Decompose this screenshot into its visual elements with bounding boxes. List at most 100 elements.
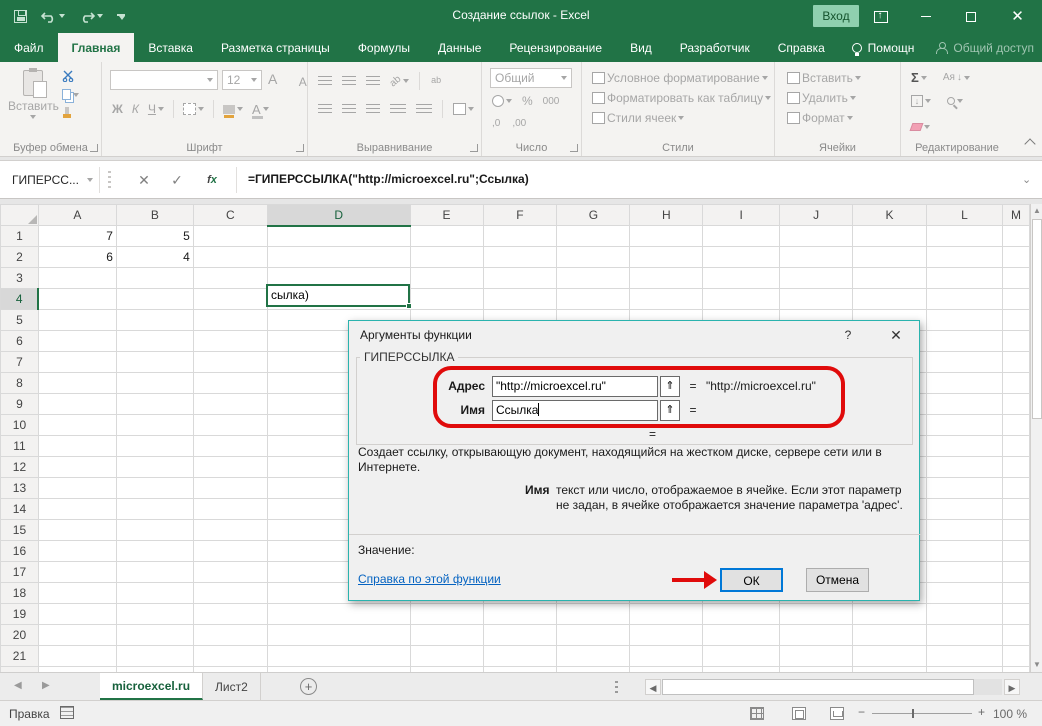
signin-button[interactable]: Вход: [813, 5, 859, 27]
cell-B21[interactable]: [116, 646, 193, 667]
vertical-scrollbar[interactable]: ▲ ▼: [1030, 204, 1042, 672]
cut-button[interactable]: [62, 70, 79, 82]
cell-B14[interactable]: [116, 499, 193, 520]
cell-B17[interactable]: [116, 562, 193, 583]
find-select-button[interactable]: [947, 95, 963, 107]
column-header-M[interactable]: M: [1002, 205, 1029, 226]
cell-C19[interactable]: [193, 604, 267, 625]
column-header-F[interactable]: F: [483, 205, 557, 226]
cell-F3[interactable]: [483, 268, 557, 289]
maximize-button[interactable]: [948, 0, 993, 33]
cell-K1[interactable]: [853, 226, 927, 247]
cell-F4[interactable]: [483, 289, 557, 310]
cell-F21[interactable]: [483, 646, 557, 667]
normal-view-icon[interactable]: [750, 707, 764, 720]
cell-M6[interactable]: [1002, 331, 1029, 352]
cell-G3[interactable]: [557, 268, 630, 289]
cell-B6[interactable]: [116, 331, 193, 352]
paste-button[interactable]: Вставить: [8, 70, 59, 119]
cell-I21[interactable]: [703, 646, 780, 667]
number-dialog-launcher[interactable]: [570, 144, 578, 152]
cell-C4[interactable]: [193, 289, 267, 310]
cell-M16[interactable]: [1002, 541, 1029, 562]
cell-A10[interactable]: [38, 415, 116, 436]
row-header-9[interactable]: 9: [1, 394, 39, 415]
column-header-H[interactable]: H: [630, 205, 703, 226]
align-bottom-icon[interactable]: [366, 76, 380, 86]
cell-C20[interactable]: [193, 625, 267, 646]
cancel-entry-button[interactable]: ✕: [130, 167, 158, 193]
percent-style-button[interactable]: %: [522, 94, 533, 108]
cell-M3[interactable]: [1002, 268, 1029, 289]
cell-I20[interactable]: [703, 625, 780, 646]
row-header-10[interactable]: 10: [1, 415, 39, 436]
cell-L11[interactable]: [927, 436, 1003, 457]
cell-B2[interactable]: 4: [116, 247, 193, 268]
cell-M8[interactable]: [1002, 373, 1029, 394]
sort-filter-button[interactable]: Ая↓: [943, 70, 970, 85]
horizontal-scrollbar[interactable]: [662, 679, 1002, 695]
row-header-11[interactable]: 11: [1, 436, 39, 457]
cell-L10[interactable]: [927, 415, 1003, 436]
decrease-decimal-button[interactable]: ,00: [512, 118, 526, 129]
formula-input[interactable]: =ГИПЕРССЫЛКА("http://microexcel.ru";Ссыл…: [248, 172, 1008, 186]
cell-M10[interactable]: [1002, 415, 1029, 436]
cell-E19[interactable]: [410, 604, 483, 625]
column-header-K[interactable]: K: [853, 205, 927, 226]
clipboard-dialog-launcher[interactable]: [90, 144, 98, 152]
cell-C12[interactable]: [193, 457, 267, 478]
ribbon-tab-формулы[interactable]: Формулы: [344, 33, 424, 62]
number-format-select[interactable]: Общий: [490, 68, 572, 88]
grow-font-button[interactable]: А: [268, 71, 277, 87]
editing-cell-D4[interactable]: сылка): [266, 284, 410, 307]
cell-G4[interactable]: [557, 289, 630, 310]
enter-entry-button[interactable]: ✓: [163, 167, 191, 193]
column-header-B[interactable]: B: [116, 205, 193, 226]
cell-B15[interactable]: [116, 520, 193, 541]
ribbon-tab-разметка-страницы[interactable]: Разметка страницы: [207, 33, 344, 62]
row-header-15[interactable]: 15: [1, 520, 39, 541]
ribbon-tab-справка[interactable]: Справка: [764, 33, 839, 62]
ok-button[interactable]: ОК: [720, 568, 783, 592]
cell-C7[interactable]: [193, 352, 267, 373]
cell-K21[interactable]: [853, 646, 927, 667]
cell-L13[interactable]: [927, 478, 1003, 499]
cell-K20[interactable]: [853, 625, 927, 646]
cell-I19[interactable]: [703, 604, 780, 625]
shrink-font-button[interactable]: А: [299, 75, 307, 89]
alignment-dialog-launcher[interactable]: [470, 144, 478, 152]
cell-F2[interactable]: [483, 247, 557, 268]
cell-A7[interactable]: [38, 352, 116, 373]
address-collapse-dialog-button[interactable]: ⇑: [660, 376, 680, 397]
cell-C15[interactable]: [193, 520, 267, 541]
cell-M9[interactable]: [1002, 394, 1029, 415]
share-button[interactable]: Общий доступ: [953, 41, 1034, 55]
cell-J21[interactable]: [780, 646, 853, 667]
cell-M12[interactable]: [1002, 457, 1029, 478]
name-field-input[interactable]: Ссылка: [492, 400, 658, 421]
row-header-8[interactable]: 8: [1, 373, 39, 394]
cell-C6[interactable]: [193, 331, 267, 352]
cell-M15[interactable]: [1002, 520, 1029, 541]
tab-splitter-handle[interactable]: [615, 681, 618, 694]
cell-L4[interactable]: [927, 289, 1003, 310]
cell-L5[interactable]: [927, 310, 1003, 331]
row-header-13[interactable]: 13: [1, 478, 39, 499]
cell-A20[interactable]: [38, 625, 116, 646]
horizontal-scroll-thumb[interactable]: [662, 679, 974, 695]
cell-M14[interactable]: [1002, 499, 1029, 520]
cell-I1[interactable]: [703, 226, 780, 247]
cell-G1[interactable]: [557, 226, 630, 247]
cell-A1[interactable]: 7: [38, 226, 116, 247]
accounting-format-button[interactable]: [492, 95, 512, 107]
row-header-3[interactable]: 3: [1, 268, 39, 289]
cell-E3[interactable]: [410, 268, 483, 289]
styles-button-форматировать-как-таблицу[interactable]: Форматировать как таблицу: [592, 91, 771, 105]
name-box[interactable]: ГИПЕРСС...: [6, 167, 100, 193]
font-color-button[interactable]: А: [252, 102, 269, 117]
cell-A18[interactable]: [38, 583, 116, 604]
cell-C1[interactable]: [193, 226, 267, 247]
cell-B19[interactable]: [116, 604, 193, 625]
cell-L15[interactable]: [927, 520, 1003, 541]
function-help-link[interactable]: Справка по этой функции: [358, 572, 501, 586]
